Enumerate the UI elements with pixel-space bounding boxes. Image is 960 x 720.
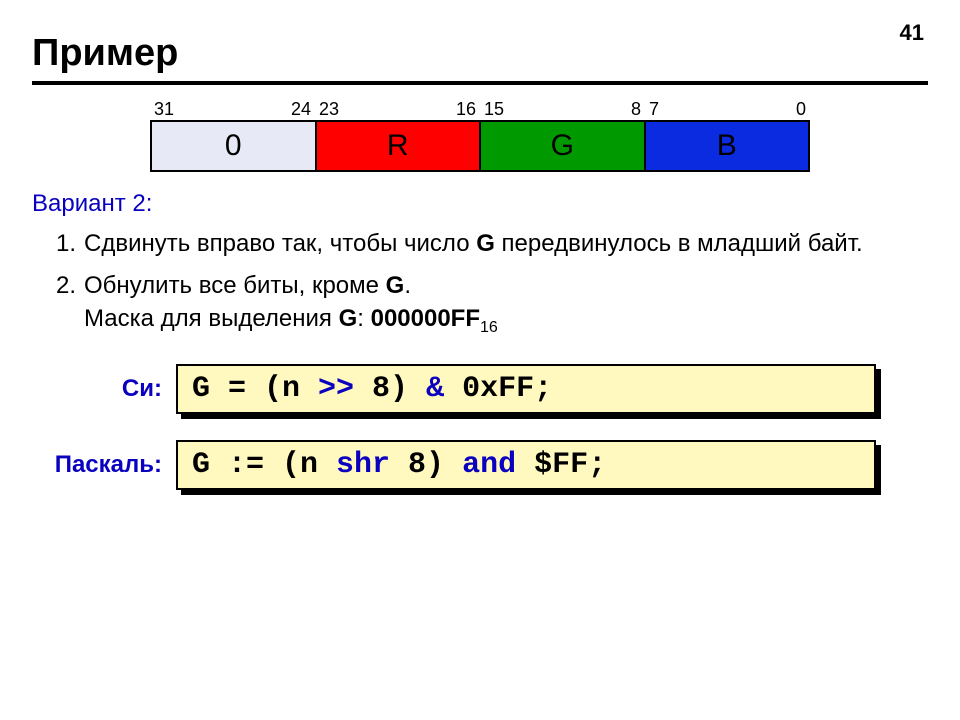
- code-kw-shr: shr: [336, 448, 390, 482]
- step-num: 2.: [56, 270, 76, 338]
- step-text: Сдвинуть вправо так, чтобы число: [84, 230, 476, 257]
- code-text: $FF;: [516, 448, 606, 482]
- step-text: Обнулить все биты, кроме: [84, 272, 386, 299]
- lang-label-c: Си:: [32, 375, 162, 403]
- bit-hi: 23: [319, 99, 339, 120]
- code-text: G := (n: [192, 448, 336, 482]
- step-1: 1. Сдвинуть вправо так, чтобы число G пе…: [56, 228, 928, 260]
- lang-label-pascal: Паскаль:: [32, 451, 162, 479]
- step-2: 2. Обнулить все биты, кроме G. Маска для…: [56, 270, 928, 338]
- step-g: G: [386, 272, 405, 299]
- variant-label: Вариант 2:: [32, 190, 928, 218]
- bit-diagram: 31 24 23 16 15 8 7 0 0 R G B: [150, 99, 810, 172]
- byte-cell-g: G: [481, 122, 646, 170]
- step-text: .: [404, 272, 411, 299]
- bit-hi: 7: [649, 99, 659, 120]
- code-text: 8): [390, 448, 462, 482]
- step-text: :: [357, 305, 370, 332]
- byte-cell-r: R: [317, 122, 482, 170]
- step-num: 1.: [56, 228, 76, 260]
- code-row-c: Си: G = (n >> 8) & 0xFF;: [32, 364, 928, 414]
- step-g: G: [476, 230, 495, 257]
- byte-cell-b: B: [646, 122, 809, 170]
- steps-list: 1. Сдвинуть вправо так, чтобы число G пе…: [56, 228, 928, 338]
- code-box-pascal: G := (n shr 8) and $FF;: [176, 440, 876, 490]
- code-text: 0xFF;: [444, 372, 552, 406]
- bit-index-labels: 31 24 23 16 15 8 7 0: [150, 99, 810, 120]
- code-text: 8): [354, 372, 426, 406]
- step-text: Маска для выделения: [84, 305, 339, 332]
- bit-hi: 31: [154, 99, 174, 120]
- page-title: Пример: [32, 32, 928, 75]
- bit-lo: 24: [291, 99, 311, 120]
- title-divider: [32, 81, 928, 85]
- mask-base: 16: [480, 319, 498, 336]
- code-row-pascal: Паскаль: G := (n shr 8) and $FF;: [32, 440, 928, 490]
- bit-lo: 0: [796, 99, 806, 120]
- step-text: передвинулось в младший байт.: [495, 230, 863, 257]
- code-kw-and: and: [462, 448, 516, 482]
- bit-lo: 8: [631, 99, 641, 120]
- code-op-and: &: [426, 372, 444, 406]
- mask-value: 000000FF: [371, 305, 480, 332]
- byte-cell-zero: 0: [152, 122, 317, 170]
- step-g: G: [339, 305, 358, 332]
- code-op-shift: >>: [318, 372, 354, 406]
- code-box-c: G = (n >> 8) & 0xFF;: [176, 364, 876, 414]
- bit-lo: 16: [456, 99, 476, 120]
- code-text: G = (n: [192, 372, 318, 406]
- page-number: 41: [900, 20, 924, 46]
- byte-row: 0 R G B: [150, 120, 810, 172]
- bit-hi: 15: [484, 99, 504, 120]
